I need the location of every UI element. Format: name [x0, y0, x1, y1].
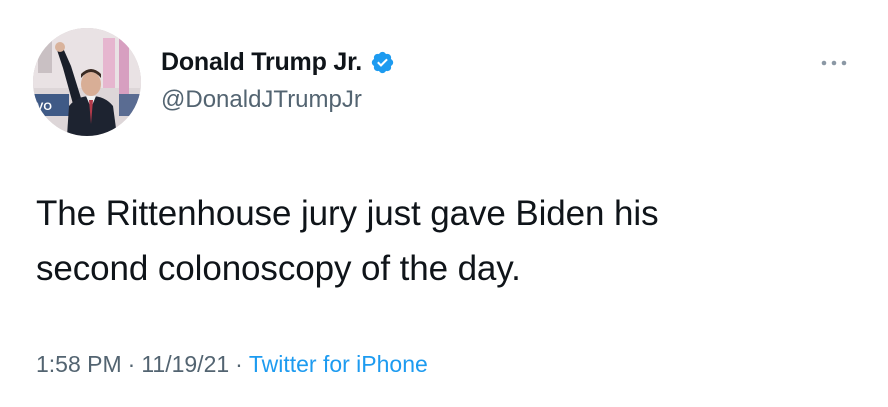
- tweet-time[interactable]: 1:58 PM: [36, 351, 122, 377]
- tweet-text-line: second colonoscopy of the day.: [36, 249, 521, 288]
- tweet-text: The Rittenhouse jury just gave Biden his…: [36, 186, 836, 296]
- more-dots-icon[interactable]: [818, 56, 850, 70]
- tweet-source-link[interactable]: Twitter for iPhone: [249, 351, 428, 377]
- tweet-meta: 1:58 PM · 11/19/21 · Twitter for iPhone: [36, 351, 428, 378]
- tweet-date[interactable]: 11/19/21: [141, 351, 229, 377]
- author-handle[interactable]: @DonaldJTrumpJr: [161, 86, 362, 114]
- meta-separator: ·: [127, 351, 136, 377]
- tweet-text-line: The Rittenhouse jury just gave Biden his: [36, 194, 659, 233]
- verified-badge-icon: [371, 51, 394, 74]
- tweet-card: VO Donald Trump Jr. @DonaldJTrumpJr The …: [0, 0, 888, 407]
- meta-separator: ·: [235, 351, 243, 377]
- author-name-row[interactable]: Donald Trump Jr.: [161, 48, 395, 77]
- author-name[interactable]: Donald Trump Jr.: [161, 48, 362, 77]
- avatar[interactable]: VO: [33, 28, 141, 136]
- svg-text:VO: VO: [36, 101, 52, 113]
- avatar-photo: VO: [33, 28, 141, 136]
